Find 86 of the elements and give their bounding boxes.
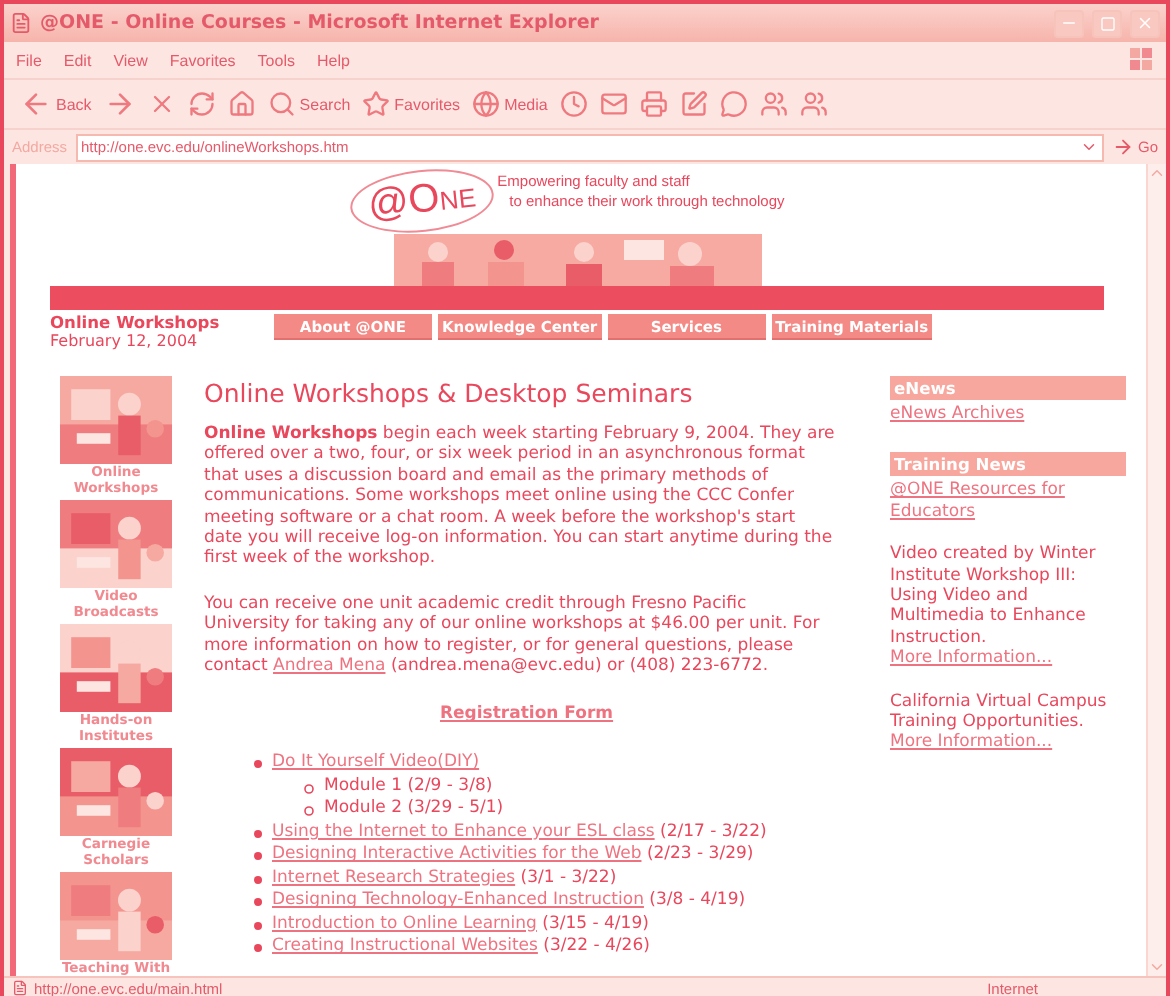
close-button[interactable]	[1130, 9, 1160, 37]
printer-icon	[639, 90, 668, 118]
sidebar-header: eNews	[890, 376, 1126, 400]
workshop-dates: (2/17 - 3/22)	[660, 821, 767, 842]
clock-button[interactable]	[559, 90, 588, 118]
credit-paragraph: You can receive one unit academic credit through Fresno Pacific University for taking any of our online workshops at $46.00 per unit. For more information on how to register, or for general questions, please contact Andrea Mena (andrea.mena@evc.edu) or (408) 223-6772.	[204, 593, 822, 677]
windows-flag-icon	[1130, 48, 1154, 72]
people-icon	[759, 90, 788, 118]
menu-item[interactable]: Tools	[257, 51, 295, 69]
registration-link[interactable]: Registration Form	[440, 704, 614, 725]
pen-icon	[679, 90, 708, 118]
forward-button[interactable]	[103, 88, 136, 120]
workshop-link[interactable]: Do It Yourself Video(DIY)	[272, 752, 480, 773]
search-button[interactable]: Search	[267, 90, 351, 118]
bullet-icon	[254, 921, 262, 930]
globe-button[interactable]: Media	[472, 90, 548, 118]
star-icon	[362, 90, 391, 118]
home-icon	[227, 90, 256, 118]
forward-icon	[103, 88, 136, 120]
pen-button[interactable]	[679, 90, 708, 118]
scroll-up-icon[interactable]	[1148, 164, 1166, 182]
page-heading: Online Workshops & Desktop Seminars	[204, 378, 695, 408]
printer-button[interactable]	[639, 90, 668, 118]
module-item: Module 1 (2/9 - 3/8)	[324, 775, 493, 799]
circle-bullet-icon	[304, 783, 314, 794]
workshop-dates: (3/22 - 4/26)	[543, 936, 650, 957]
mail-button[interactable]	[599, 90, 628, 118]
menu-item[interactable]: View	[113, 51, 148, 69]
back-button[interactable]: Back	[20, 88, 92, 120]
page-icon	[10, 12, 32, 34]
workshop-link[interactable]: Introduction to Online Learning	[272, 913, 537, 934]
page-icon	[12, 980, 28, 996]
window-title: @ONE - Online Courses - Microsoft Internet Explorer	[40, 12, 601, 34]
people-icon	[799, 90, 828, 118]
section-title: Online Workshops	[50, 312, 222, 332]
people-button[interactable]	[759, 90, 788, 118]
dropdown-icon[interactable]	[1079, 138, 1098, 156]
more-info-link[interactable]: More Information...	[890, 648, 1053, 669]
workshop-dates: (2/23 - 3/29)	[646, 844, 754, 865]
more-info-link[interactable]: More Information...	[890, 732, 1053, 753]
sidebar-link[interactable]: eNews Archives	[890, 404, 1126, 425]
date-text: February 12, 2004	[50, 332, 200, 350]
menu-item[interactable]: Favorites	[169, 51, 236, 69]
scroll-down-icon[interactable]	[1148, 958, 1166, 976]
workshop-link[interactable]: Internet Research Strategies	[272, 867, 516, 888]
workshop-dates: (3/1 - 3/22)	[520, 867, 617, 888]
chat-button[interactable]	[719, 90, 748, 118]
workshop-link[interactable]: Designing Technology-Enhanced Instruction	[272, 890, 644, 911]
people-button[interactable]	[799, 90, 828, 118]
bullet-icon	[254, 944, 262, 953]
news-note: California Virtual Campus Training Opportunities. More Information...	[890, 691, 1109, 754]
globe-icon	[472, 90, 501, 118]
search-icon	[267, 90, 296, 118]
clock-icon	[559, 90, 588, 118]
sidebar-header: Training News	[890, 452, 1126, 477]
star-button[interactable]: Favorites	[362, 90, 461, 118]
refresh-icon	[187, 90, 216, 118]
maximize-icon	[1099, 15, 1115, 31]
contact-link[interactable]: Andrea Mena	[273, 656, 386, 677]
sidebar-link[interactable]: @ONE Resources for Educators	[890, 480, 1126, 523]
close-icon	[1136, 14, 1154, 32]
bullet-icon	[254, 829, 262, 838]
workshop-link[interactable]: Designing Interactive Activities for the Web	[272, 844, 642, 865]
circle-bullet-icon	[304, 806, 314, 817]
bullet-icon	[254, 898, 262, 907]
maximize-button[interactable]	[1092, 9, 1122, 37]
minimize-button[interactable]	[1054, 9, 1084, 37]
module-item: Module 2 (3/29 - 5/1)	[324, 798, 504, 822]
bullet-icon	[254, 875, 262, 884]
refresh-button[interactable]	[187, 90, 216, 118]
bullet-icon	[254, 760, 262, 769]
news-note: Video created by Winter Institute Workshop III: Using Video and Multimedia to Enhance Instruction. More Information...	[890, 544, 1098, 670]
back-icon	[20, 88, 52, 120]
workshop-dates: (3/8 - 4/19)	[649, 890, 746, 911]
intro-paragraph: Online Workshops begin each week starting February 9, 2004. They are offered over a two, four, or six week period in an asynchronous format that uses a discussion board and email as the primary methods of communications. Some workshops meet online using the CCC Confer meeting software or a chat room. A week before the workshop's start date you will receive log-on information. You can start anytime during the first week of the workshop.	[204, 424, 836, 570]
home-button[interactable]	[227, 90, 256, 118]
workshop-link[interactable]: Creating Instructional Websites	[272, 936, 538, 957]
chat-icon	[719, 90, 748, 118]
bullet-icon	[254, 852, 262, 861]
mail-icon	[599, 90, 628, 118]
workshop-dates: (3/15 - 4/19)	[542, 913, 649, 934]
menu-item[interactable]: Help	[316, 51, 350, 69]
menu-item[interactable]: File	[16, 51, 42, 69]
menu-item[interactable]: Edit	[63, 51, 92, 69]
arrow-icon	[1111, 136, 1134, 158]
workshop-link[interactable]: Using the Internet to Enhance your ESL class	[272, 821, 655, 842]
